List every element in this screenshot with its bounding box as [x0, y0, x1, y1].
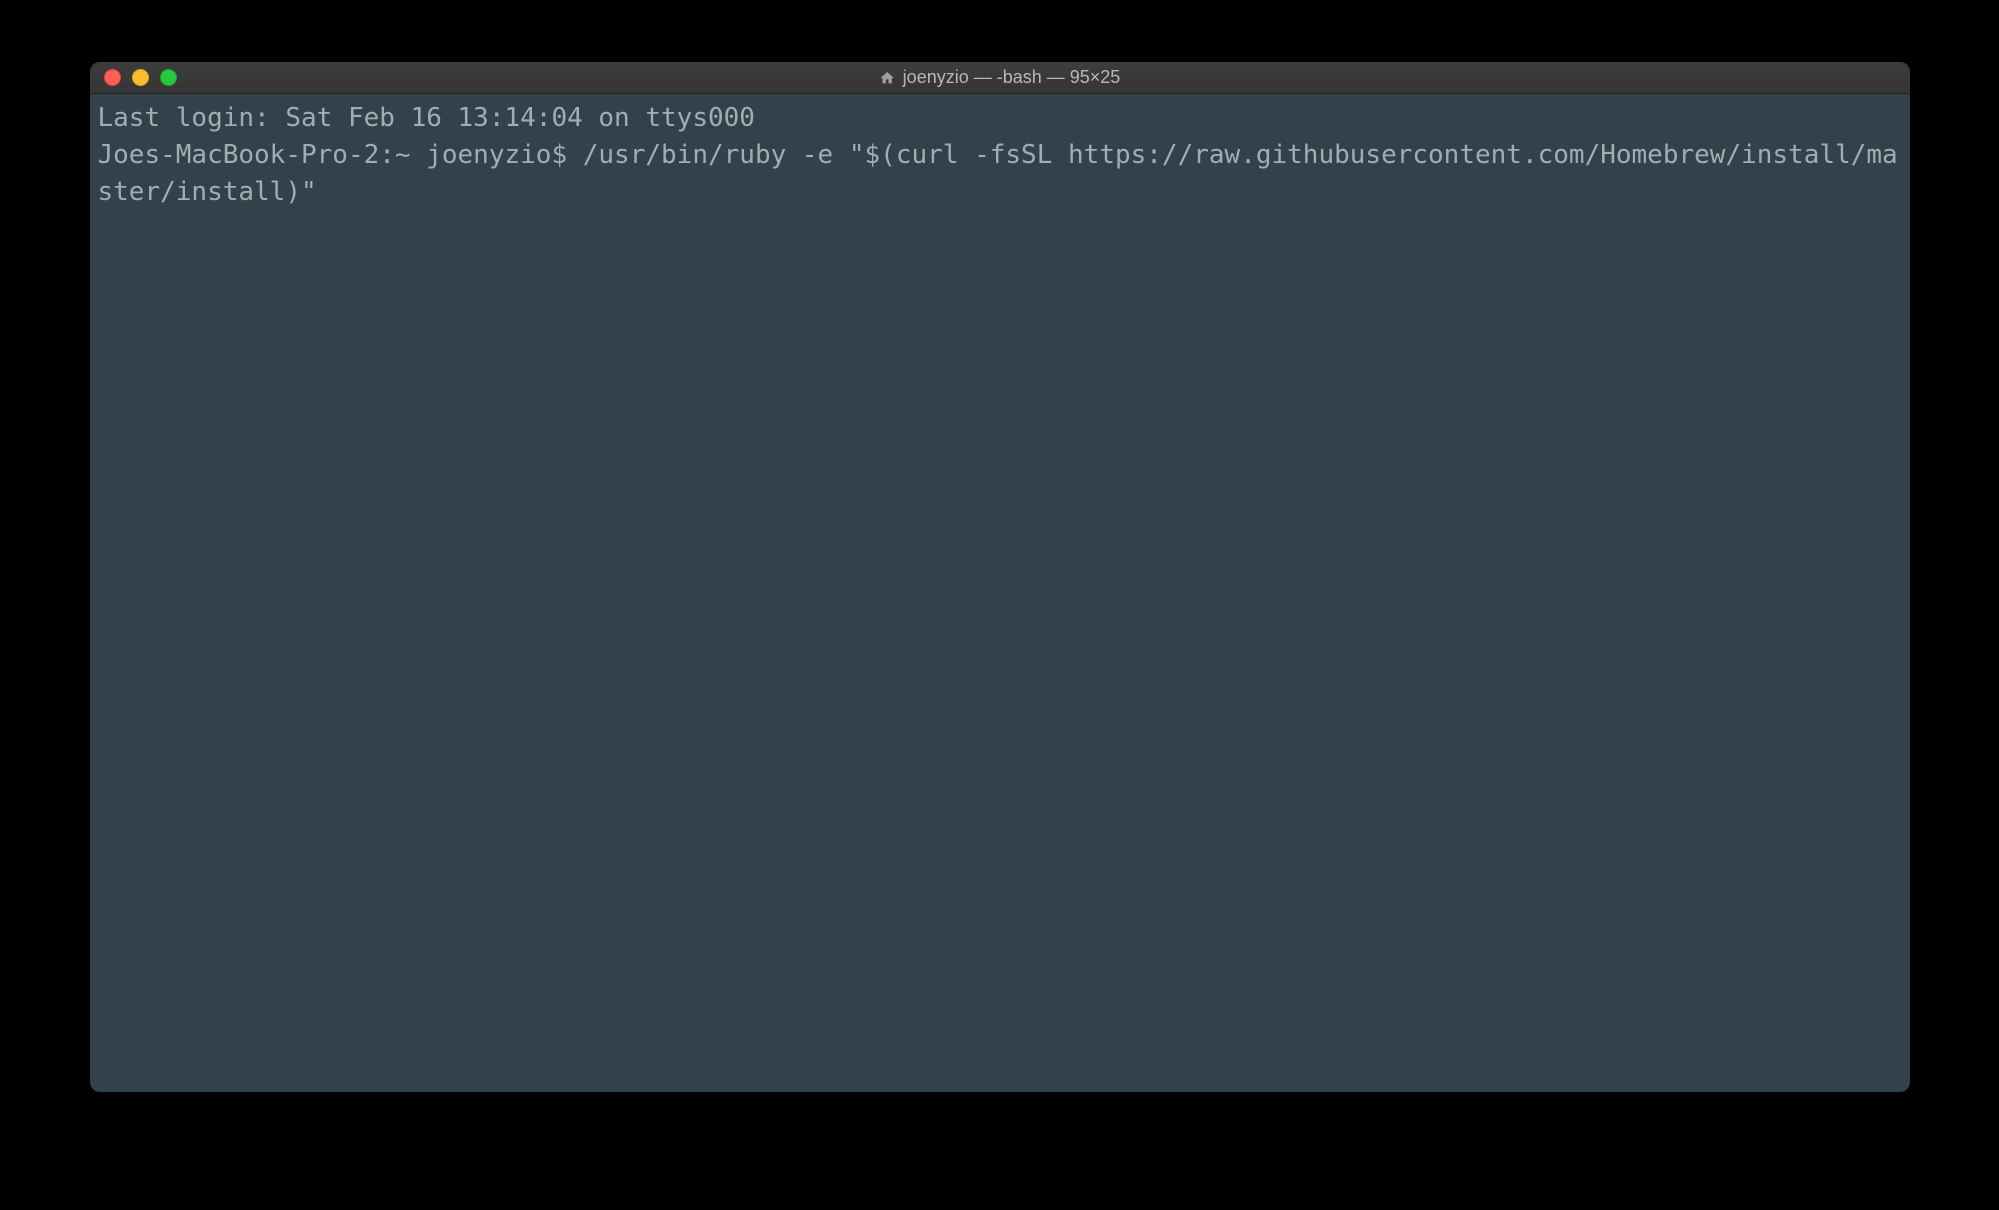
- home-icon: [879, 70, 895, 86]
- close-button[interactable]: [104, 69, 121, 86]
- maximize-button[interactable]: [160, 69, 177, 86]
- traffic-lights: [90, 69, 177, 86]
- minimize-button[interactable]: [132, 69, 149, 86]
- window-title: joenyzio — -bash — 95×25: [903, 67, 1121, 88]
- terminal-prompt-line: Joes-MacBook-Pro-2:~ joenyzio$ /usr/bin/…: [98, 137, 1902, 211]
- terminal-window: joenyzio — -bash — 95×25 Last login: Sat…: [90, 62, 1910, 1092]
- window-title-area: joenyzio — -bash — 95×25: [879, 67, 1121, 88]
- window-titlebar[interactable]: joenyzio — -bash — 95×25: [90, 62, 1910, 94]
- terminal-output-line: Last login: Sat Feb 16 13:14:04 on ttys0…: [98, 100, 1902, 137]
- terminal-content[interactable]: Last login: Sat Feb 16 13:14:04 on ttys0…: [90, 94, 1910, 1092]
